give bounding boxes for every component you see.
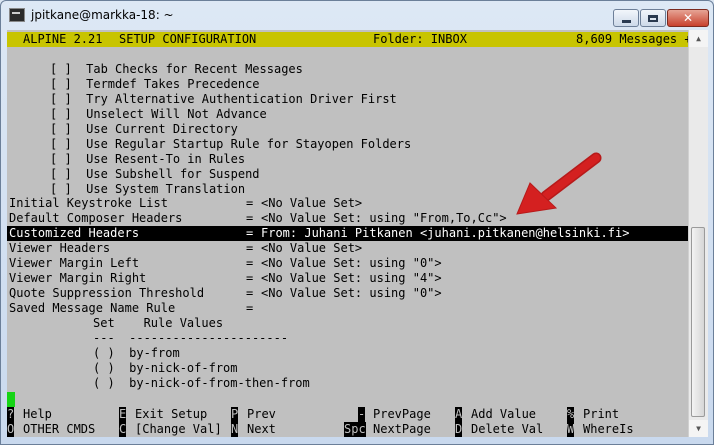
- annotation-arrow: [516, 152, 602, 215]
